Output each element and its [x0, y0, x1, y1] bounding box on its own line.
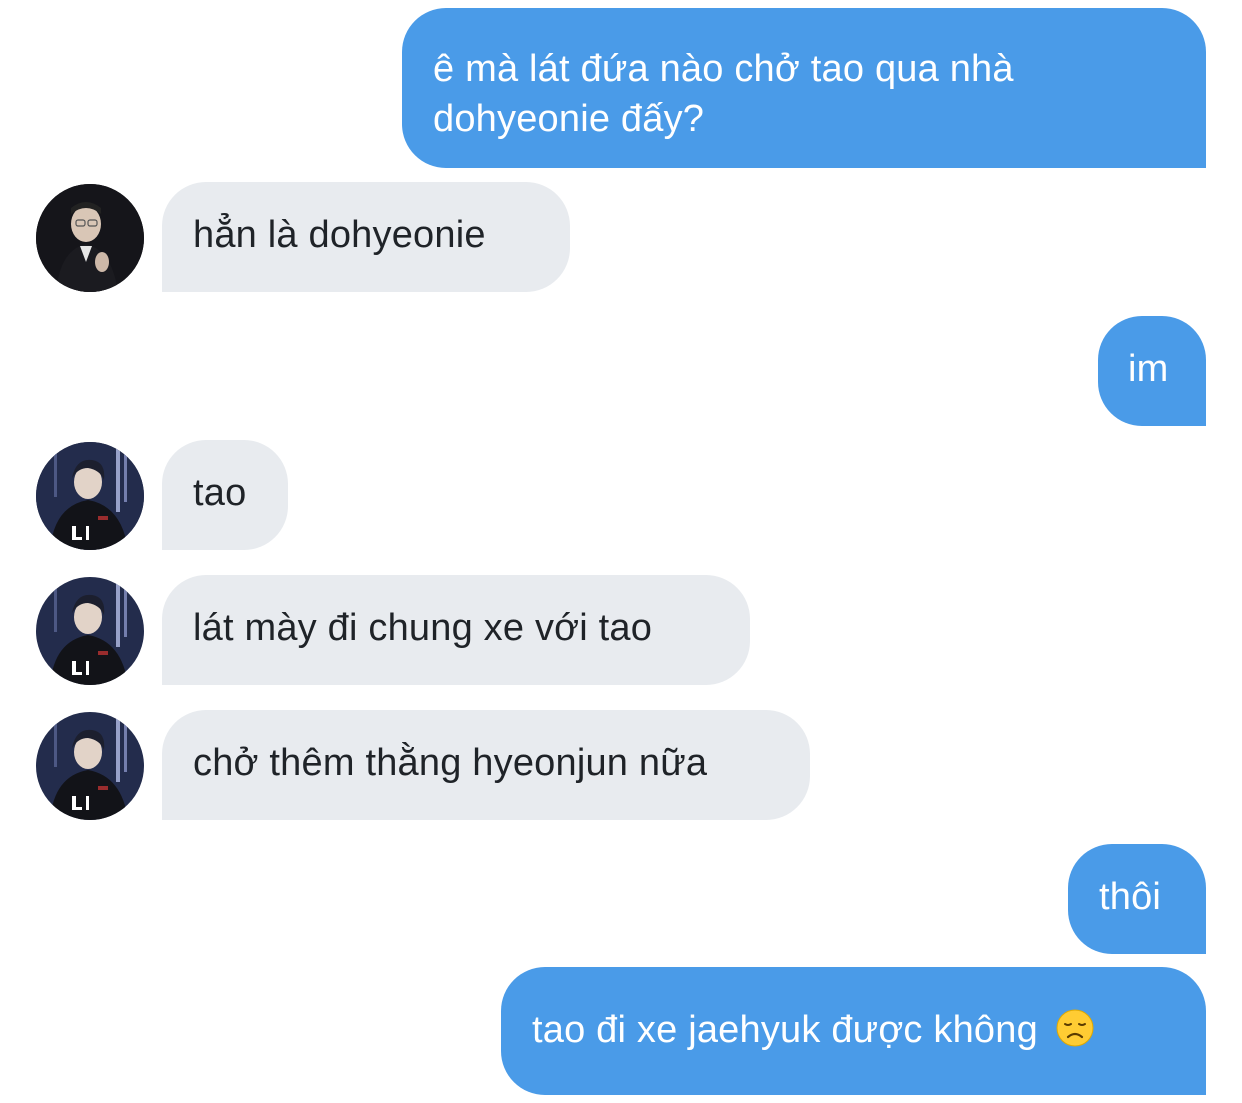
message-bubble-sent[interactable]: ê mà lát đứa nào chở tao qua nhà dohyeon…	[402, 8, 1206, 168]
message-text: hẳn là dohyeonie	[193, 214, 486, 256]
avatar-photo-icon	[36, 712, 144, 820]
avatar-team-jersey[interactable]	[36, 712, 144, 820]
message-bubble-sent[interactable]: thôi	[1068, 844, 1206, 954]
avatar-team-jersey[interactable]	[36, 577, 144, 685]
message-text: im	[1128, 348, 1169, 390]
message-bubble-received[interactable]: lát mày đi chung xe với tao	[162, 575, 750, 685]
message-text: thôi	[1099, 876, 1162, 918]
avatar-photo-icon	[36, 184, 144, 292]
message-text: lát mày đi chung xe với tao	[193, 607, 653, 649]
message-text: chở thêm thằng hyeonjun nữa	[193, 742, 708, 784]
message-bubble-sent[interactable]: im	[1098, 316, 1206, 426]
avatar-dark-suit[interactable]	[36, 184, 144, 292]
message-bubble-received[interactable]: hẳn là dohyeonie	[162, 182, 570, 292]
message-text: ê mà lát đứa nào chở tao qua nhà dohyeon…	[433, 48, 1014, 140]
avatar-team-jersey[interactable]	[36, 442, 144, 550]
message-bubble-received[interactable]: chở thêm thằng hyeonjun nữa	[162, 710, 810, 820]
message-text: tao	[193, 472, 247, 514]
avatar-photo-icon	[36, 442, 144, 550]
disappointed-face-icon	[1055, 1008, 1095, 1048]
message-bubble-sent[interactable]: tao đi xe jaehyuk được không	[501, 967, 1206, 1095]
message-text: tao đi xe jaehyuk được không	[532, 1009, 1038, 1051]
message-bubble-received[interactable]: tao	[162, 440, 288, 550]
avatar-photo-icon	[36, 577, 144, 685]
